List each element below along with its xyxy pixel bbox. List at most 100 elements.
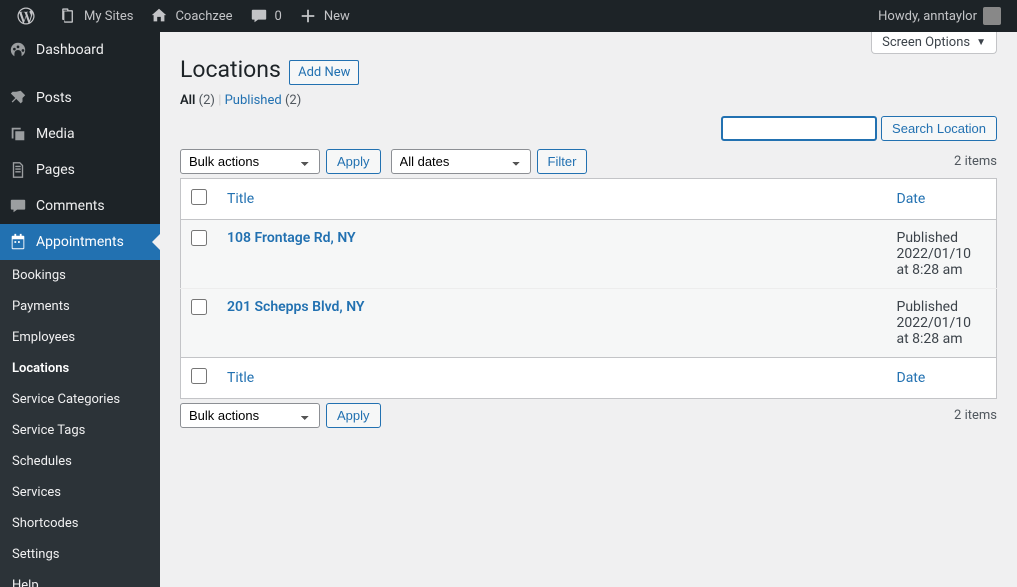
dates-select[interactable]: All dates (391, 149, 531, 174)
nav-label: Posts (36, 90, 72, 106)
dashboard-icon (8, 40, 28, 60)
apply-button[interactable]: Apply (326, 149, 381, 174)
subnav-schedules[interactable]: Schedules (0, 446, 160, 477)
apply-button-bottom[interactable]: Apply (326, 403, 381, 428)
add-new-button[interactable]: Add New (289, 60, 359, 85)
nav-label: Comments (36, 198, 105, 214)
status-filters: All (2) | Published (2) (180, 93, 997, 108)
bulk-actions-select[interactable]: Bulk actions (180, 149, 320, 174)
subnav-shortcodes[interactable]: Shortcodes (0, 508, 160, 539)
subnav-bookings[interactable]: Bookings (0, 260, 160, 291)
subnav-label: Schedules (12, 454, 72, 469)
subnav-label: Settings (12, 547, 59, 562)
new-link[interactable]: New (290, 0, 358, 32)
wp-logo[interactable] (8, 0, 50, 32)
locations-table: Title Date 108 Frontage Rd, NY Published… (180, 178, 997, 399)
subnav-service-tags[interactable]: Service Tags (0, 415, 160, 446)
nav-label: Pages (36, 162, 75, 178)
table-row: 108 Frontage Rd, NY Published 2022/01/10… (181, 220, 997, 289)
row-title-link[interactable]: 108 Frontage Rd, NY (227, 230, 356, 246)
subnav-label: Employees (12, 330, 75, 345)
subnav-payments[interactable]: Payments (0, 291, 160, 322)
subnav-service-categories[interactable]: Service Categories (0, 384, 160, 415)
filter-all-label[interactable]: All (180, 93, 195, 108)
caret-down-icon: ▼ (976, 37, 986, 48)
pin-icon (8, 88, 28, 108)
admin-bar: My Sites Coachzee 0 New Howdy, anntaylor (0, 0, 1017, 32)
filter-published-link[interactable]: Published (225, 93, 282, 108)
comment-icon (249, 6, 269, 26)
select-all-bottom[interactable] (191, 368, 207, 384)
comment-icon (8, 196, 28, 216)
nav-label: Dashboard (36, 42, 104, 58)
table-row: 201 Schepps Blvd, NY Published 2022/01/1… (181, 289, 997, 358)
filter-all-count: (2) (199, 93, 215, 108)
col-date-foot: Date (887, 358, 997, 399)
nav-media[interactable]: Media (0, 116, 160, 152)
row-date-status: Published (897, 230, 958, 246)
subnav-label: Bookings (12, 268, 66, 283)
home-icon (149, 6, 169, 26)
subnav-help[interactable]: Help (0, 570, 160, 587)
nav-appointments[interactable]: Appointments (0, 224, 160, 260)
tablenav-top: Bulk actions Apply All dates Filter 2 it… (180, 145, 997, 178)
row-date-status: Published (897, 299, 958, 315)
nav-comments[interactable]: Comments (0, 188, 160, 224)
avatar (983, 7, 1001, 25)
main-content: Screen Options ▼ Locations Add New All (… (160, 0, 1017, 452)
subnav-employees[interactable]: Employees (0, 322, 160, 353)
row-title-link[interactable]: 201 Schepps Blvd, NY (227, 299, 365, 315)
bulk-actions-select-bottom[interactable]: Bulk actions (180, 403, 320, 428)
col-title: Title (217, 179, 887, 220)
subnav-label: Payments (12, 299, 70, 314)
col-date: Date (887, 179, 997, 220)
search-button[interactable]: Search Location (881, 116, 997, 141)
page-title: Locations (180, 56, 281, 83)
row-date-value: 2022/01/10 at 8:28 am (897, 315, 972, 347)
search-input[interactable] (721, 116, 877, 141)
wordpress-icon (16, 6, 36, 26)
nav-dashboard[interactable]: Dashboard (0, 32, 160, 68)
my-sites-link[interactable]: My Sites (50, 0, 141, 32)
subnav-label: Locations (12, 361, 69, 376)
calendar-icon (8, 232, 28, 252)
submenu-appointments: Bookings Payments Employees Locations Se… (0, 260, 160, 587)
subnav-settings[interactable]: Settings (0, 539, 160, 570)
subnav-label: Shortcodes (12, 516, 78, 531)
filter-published-count: (2) (285, 93, 301, 108)
items-count-bottom: 2 items (954, 408, 997, 423)
row-checkbox[interactable] (191, 230, 207, 246)
nav-pages[interactable]: Pages (0, 152, 160, 188)
nav-posts[interactable]: Posts (0, 80, 160, 116)
comments-link[interactable]: 0 (241, 0, 290, 32)
site-link[interactable]: Coachzee (141, 0, 240, 32)
media-icon (8, 124, 28, 144)
subnav-locations[interactable]: Locations (0, 353, 160, 384)
network-icon (58, 6, 78, 26)
howdy-label: Howdy, anntaylor (878, 9, 977, 24)
howdy-link[interactable]: Howdy, anntaylor (870, 0, 1009, 32)
subnav-label: Service Tags (12, 423, 85, 438)
page-icon (8, 160, 28, 180)
tablenav-bottom: Bulk actions Apply 2 items (180, 399, 997, 432)
plus-icon (298, 6, 318, 26)
select-all-top[interactable] (191, 189, 207, 205)
screen-options-button[interactable]: Screen Options ▼ (871, 32, 997, 54)
nav-label: Appointments (36, 234, 124, 250)
my-sites-label: My Sites (84, 9, 133, 24)
subnav-label: Help (12, 578, 39, 587)
nav-label: Media (36, 126, 75, 142)
items-count: 2 items (954, 154, 997, 169)
row-date-value: 2022/01/10 at 8:28 am (897, 246, 972, 278)
row-checkbox[interactable] (191, 299, 207, 315)
site-name-label: Coachzee (175, 9, 232, 24)
comments-count: 0 (275, 9, 282, 24)
new-label: New (324, 9, 350, 24)
screen-options-label: Screen Options (882, 35, 970, 50)
subnav-label: Services (12, 485, 61, 500)
col-title-foot: Title (217, 358, 887, 399)
subnav-services[interactable]: Services (0, 477, 160, 508)
search-box: Search Location (721, 116, 997, 141)
filter-button[interactable]: Filter (537, 149, 588, 174)
subnav-label: Service Categories (12, 392, 120, 407)
